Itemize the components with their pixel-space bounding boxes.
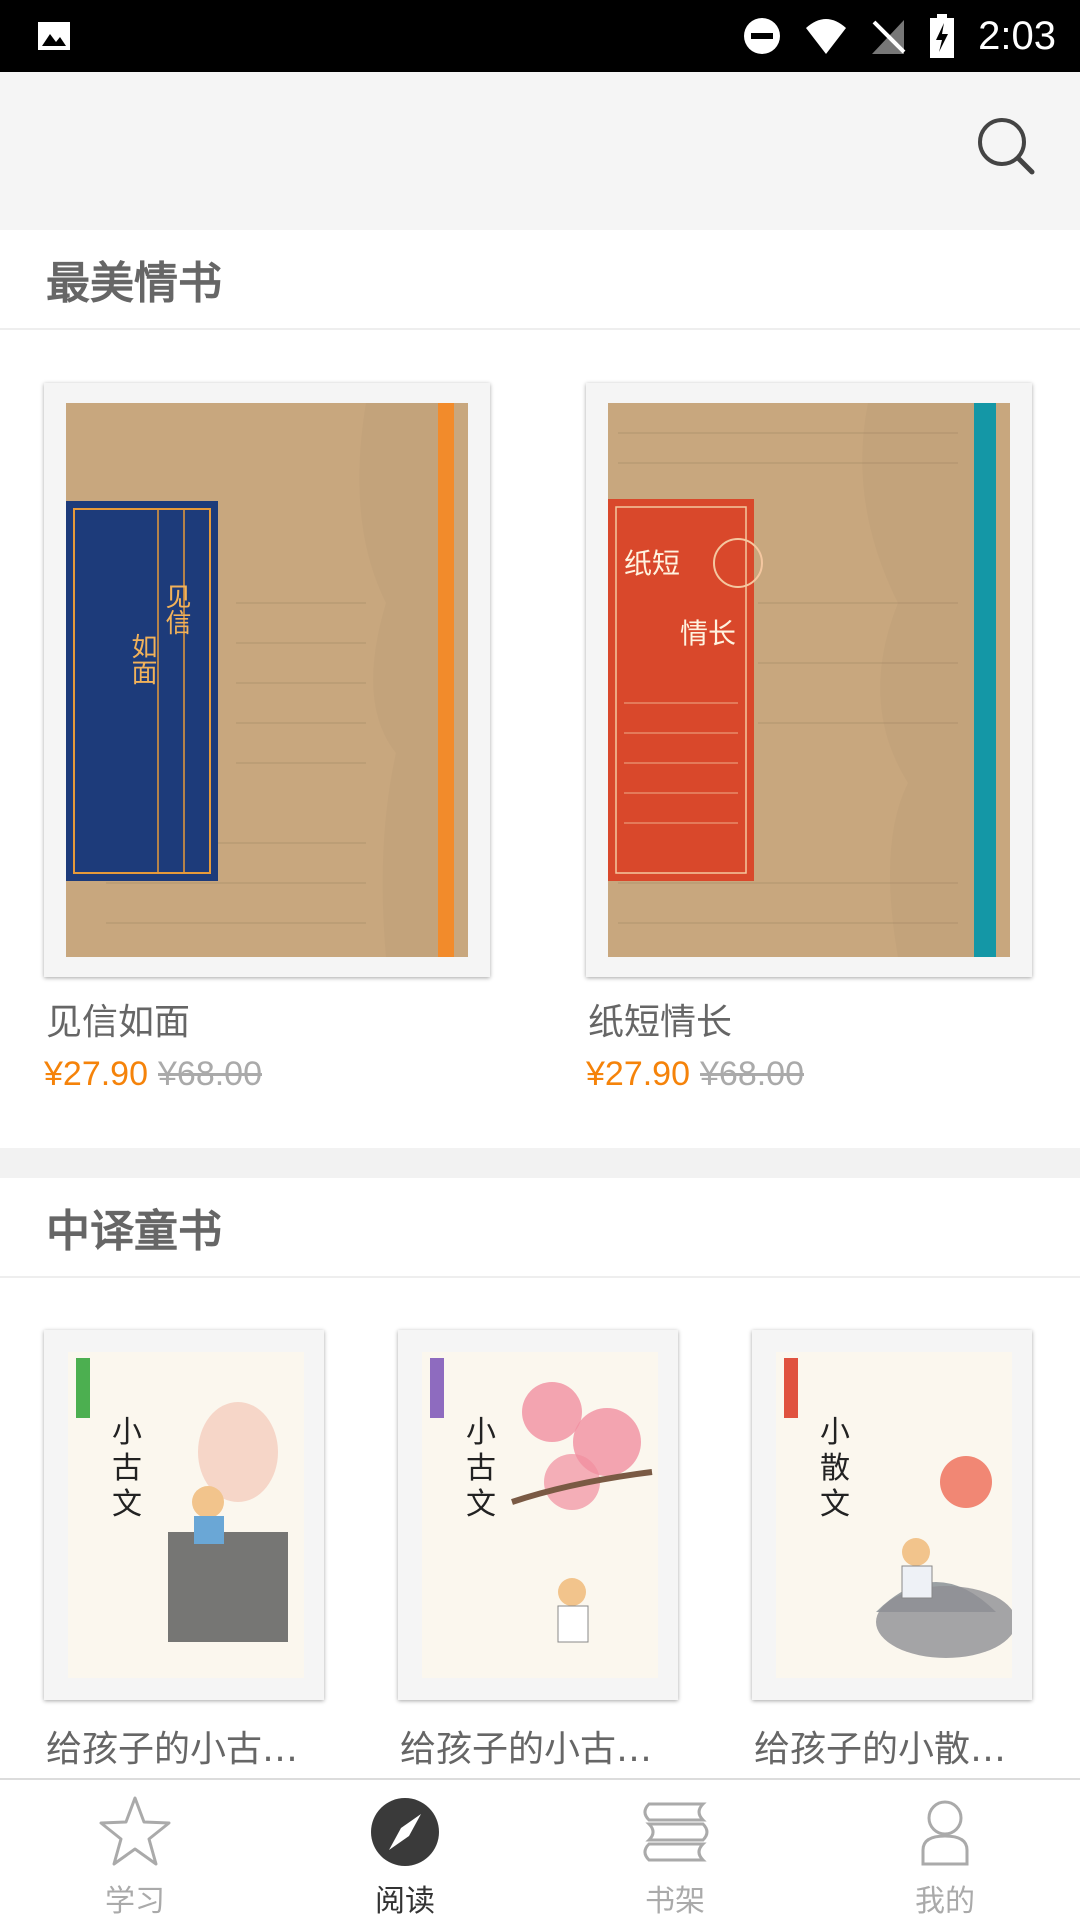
cover-text-3: 文 [466, 1487, 496, 1522]
book-cover-art: 小 古 文 [422, 1352, 658, 1678]
cover-text-1: 见信 [161, 583, 191, 635]
tab-label: 阅读 [375, 1884, 435, 1919]
status-time: 2:03 [978, 13, 1056, 58]
book-card[interactable]: 小 古 文 给孩子的小古文… [44, 1330, 328, 1790]
top-bar [0, 72, 1080, 230]
bottom-tab-bar: 学习 阅读 书架 我的 [0, 1778, 1080, 1922]
cover-text-2: 散 [820, 1451, 850, 1486]
tab-label: 书架 [645, 1884, 705, 1919]
section-divider [0, 1148, 1080, 1178]
book-title: 纸短情长 [588, 1002, 733, 1043]
image-notification-icon [38, 22, 70, 50]
bookshelf-icon [643, 1802, 709, 1862]
wifi-icon [806, 19, 847, 54]
cover-text-2: 如面 [127, 633, 157, 685]
book-cover[interactable]: 小 散 文 [752, 1330, 1032, 1700]
cover-text-1: 纸短 [624, 547, 680, 580]
book-cover[interactable]: 纸短 情长 [586, 383, 1032, 977]
tab-bookshelf[interactable]: 书架 [540, 1780, 810, 1922]
book-cover[interactable]: 见信 如面 [44, 383, 490, 977]
star-icon [99, 1796, 171, 1866]
do-not-disturb-icon [744, 18, 781, 54]
current-price: ¥27.90 [586, 1055, 690, 1093]
cover-text-1: 小 [820, 1415, 850, 1450]
cover-text-1: 小 [112, 1415, 142, 1450]
current-price: ¥27.90 [44, 1055, 148, 1093]
book-card[interactable]: 纸短 情长 纸短情长 ¥27.90 ¥68.00 [586, 383, 1036, 1103]
tab-reading[interactable]: 阅读 [270, 1780, 540, 1922]
book-cover[interactable]: 小 古 文 [398, 1330, 678, 1700]
tab-mine[interactable]: 我的 [810, 1780, 1080, 1922]
battery-charging-icon [930, 14, 955, 58]
compass-icon [371, 1798, 439, 1866]
tab-study[interactable]: 学习 [0, 1780, 270, 1922]
book-cover-art: 小 散 文 [776, 1352, 1012, 1678]
book-price: ¥27.90 ¥68.00 [586, 1055, 804, 1094]
search-icon[interactable] [970, 110, 1042, 182]
book-price: ¥27.90 ¥68.00 [44, 1055, 262, 1094]
book-card[interactable]: 小 散 文 给孩子的小散文… [752, 1330, 1036, 1790]
book-title: 给孩子的小古文… [46, 1729, 328, 1770]
section-header: 最美情书 [0, 230, 1080, 330]
original-price: ¥68.00 [700, 1055, 804, 1093]
book-card[interactable]: 小 古 文 给孩子的小古文… [398, 1330, 682, 1790]
book-title: 给孩子的小古文… [400, 1729, 682, 1770]
book-cover[interactable]: 小 古 文 [44, 1330, 324, 1700]
cover-text-2: 情长 [680, 617, 736, 650]
person-icon [921, 1800, 969, 1866]
book-cover-art: 纸短 情长 [608, 403, 1010, 957]
tab-label: 我的 [915, 1884, 975, 1919]
cover-text-2: 古 [112, 1451, 142, 1486]
original-price: ¥68.00 [158, 1055, 262, 1093]
cover-text-2: 古 [466, 1451, 496, 1486]
book-card[interactable]: 见信 如面 见信如面 ¥27.90 ¥68.00 [44, 383, 494, 1103]
cover-text-3: 文 [112, 1487, 142, 1522]
tab-label: 学习 [105, 1884, 165, 1919]
section-title: 中译童书 [46, 1206, 222, 1257]
book-title: 见信如面 [46, 1002, 191, 1043]
no-signal-icon [872, 20, 906, 54]
section-love-letters: 最美情书 见信 如面 见信如面 ¥27.90 ¥68.00 纸短 情长 纸短情长… [0, 230, 1080, 1148]
status-bar: 2:03 [0, 0, 1080, 72]
section-children-books: 中译童书 小 古 文 给孩子的小古文… 小 古 文 给孩子的小古文… 小 散 文… [0, 1178, 1080, 1778]
book-title: 给孩子的小散文… [754, 1729, 1036, 1770]
section-header: 中译童书 [0, 1178, 1080, 1278]
book-cover-art: 小 古 文 [68, 1352, 304, 1678]
book-cover-art: 见信 如面 [66, 403, 468, 957]
cover-text-3: 文 [820, 1487, 850, 1522]
section-title: 最美情书 [46, 258, 222, 309]
cover-text-1: 小 [466, 1415, 496, 1450]
